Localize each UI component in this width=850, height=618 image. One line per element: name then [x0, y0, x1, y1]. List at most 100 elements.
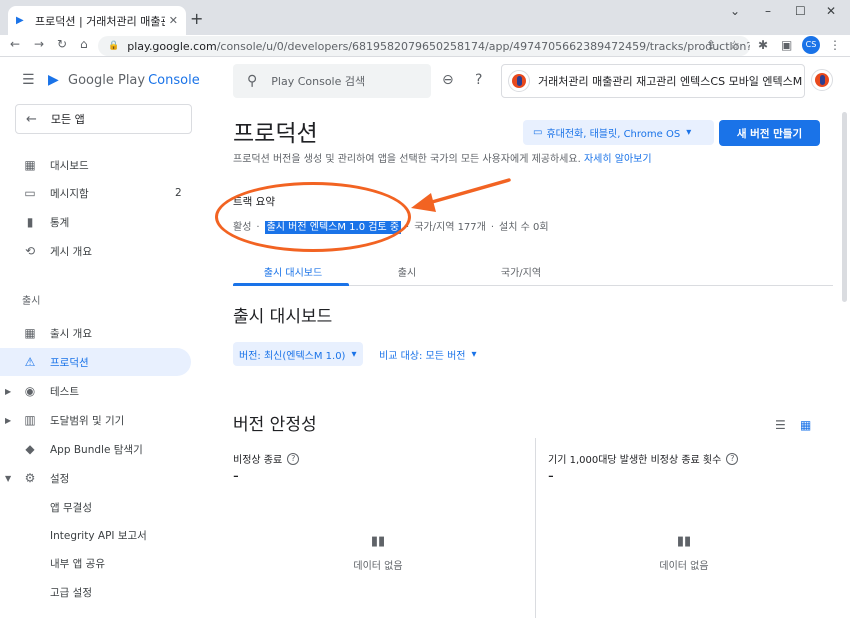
page-description: 프로덕션 버전을 생성 및 관리하여 앱을 선택한 국가의 모든 사용자에게 제…: [233, 150, 652, 165]
sidebar-item-dashboard[interactable]: ▦ 대시보드: [0, 151, 191, 179]
dashboard-icon: ▦: [24, 158, 36, 172]
tab-countries[interactable]: 국가/지역: [461, 264, 581, 279]
sidebar-item-label: 테스트: [50, 385, 79, 398]
all-apps-button[interactable]: ← 모든 앱: [15, 104, 192, 134]
divider: [535, 438, 536, 618]
create-release-button[interactable]: 새 버전 만들기: [719, 120, 820, 146]
page-title: 프로덕션: [233, 121, 318, 147]
sidebar-item-label: 도달범위 및 기기: [50, 414, 125, 427]
bar-chart-icon: ▮▮: [370, 534, 386, 549]
sidebar-item-integrity-api[interactable]: Integrity API 보고서: [0, 521, 191, 549]
devices-icon: ▭: [533, 127, 543, 138]
bookmark-star-icon[interactable]: ☆: [729, 38, 740, 52]
help-icon[interactable]: ?: [475, 72, 482, 88]
sidebar-item-label: Integrity API 보고서: [50, 529, 147, 542]
sidebar-item-label: 통계: [50, 216, 70, 229]
no-data-placeholder: ▮▮ 데이터 없음: [614, 534, 754, 572]
sidebar-item-label: 메시지함: [50, 187, 89, 200]
dropdown-arrow-icon: ▾: [686, 127, 692, 138]
device-selector[interactable]: ▭ 휴대전화, 태블릿, Chrome OS ▾: [523, 120, 714, 145]
address-bar: ← → ↻ ⌂ 🔒 play.google.com /console/u/0/d…: [0, 35, 850, 57]
install-count: 설치 수 0회: [499, 222, 549, 233]
brand: ☰ ▶ Google Play Console: [22, 72, 200, 88]
sidebar-item-testing[interactable]: ▶ ◉ 테스트: [0, 377, 191, 405]
search-input[interactable]: ⚲ Play Console 검색: [233, 64, 431, 98]
new-tab-icon[interactable]: +: [190, 9, 203, 28]
sidebar-item-advanced-settings[interactable]: 고급 설정: [0, 578, 191, 606]
link-icon[interactable]: ⊖: [442, 72, 454, 88]
sidebar-item-production[interactable]: ⚠ 프로덕션: [0, 348, 191, 376]
close-tab-icon[interactable]: ✕: [169, 14, 178, 27]
annotation-arrow: [411, 178, 511, 212]
url-field[interactable]: 🔒 play.google.com /console/u/0/developer…: [98, 36, 750, 56]
collapse-caret-icon[interactable]: ▼: [5, 474, 11, 483]
sidebar-item-label: 고급 설정: [50, 586, 92, 599]
brand-suffix: Console: [148, 72, 200, 88]
metric-crash-rate: 기기 1,000대당 발생한 비정상 종료 횟수 ?: [548, 451, 739, 466]
stats-icon: ▮: [26, 215, 34, 229]
minimize-icon[interactable]: –: [765, 4, 771, 18]
scrollbar[interactable]: [840, 104, 850, 617]
app-logo-icon: [508, 70, 530, 92]
expand-caret-icon[interactable]: ▶: [5, 416, 11, 425]
search-placeholder: Play Console 검색: [271, 75, 366, 88]
browser-tab[interactable]: ▶ 프로덕션 | 거래처관리 매출관리 ✕: [8, 6, 186, 35]
sidebar-item-stats[interactable]: ▮ 통계: [0, 208, 191, 236]
help-icon[interactable]: ?: [726, 452, 739, 465]
no-data-label: 데이터 없음: [659, 561, 709, 572]
bundle-icon: ◆: [25, 442, 35, 456]
forward-icon[interactable]: →: [34, 37, 44, 51]
tab-release-dashboard[interactable]: 출시 대시보드: [233, 264, 353, 279]
sidebar-item-settings[interactable]: ▼ ⚙ 설정: [0, 464, 191, 492]
sidebar-item-label: 프로덕션: [50, 356, 89, 369]
page-tabs: 출시 대시보드 출시 국가/지역: [233, 258, 833, 286]
sidebar-item-bundle-explorer[interactable]: ◆ App Bundle 탐색기: [0, 435, 191, 463]
close-window-icon[interactable]: ✕: [826, 4, 836, 18]
app-selector[interactable]: 거래처관리 매출관리 재고관리 엔텍스CS 모바일 엔텍스M: [501, 64, 805, 98]
active-tab-indicator: [233, 283, 349, 286]
tab-title: 프로덕션 | 거래처관리 매출관리: [35, 14, 165, 28]
sidebar-item-app-integrity[interactable]: 앱 무결성: [0, 493, 191, 521]
scrollbar-thumb[interactable]: [842, 112, 847, 302]
extensions-icon[interactable]: ✱: [758, 38, 768, 52]
metric-value: -: [233, 466, 239, 485]
compare-filter[interactable]: 비교 대상: 모든 버전 ▾: [379, 342, 477, 366]
sidepanel-icon[interactable]: ▣: [781, 38, 792, 52]
profile-avatar[interactable]: CS: [802, 36, 820, 54]
back-icon[interactable]: ←: [10, 37, 20, 51]
version-filter[interactable]: 버전: 최신(엔텍스M 1.0) ▾: [233, 342, 363, 366]
sidebar-item-internal-sharing[interactable]: 내부 앱 공유: [0, 549, 191, 577]
lock-icon: 🔒: [108, 41, 120, 51]
sidebar-item-inbox[interactable]: ▭ 메시지함 2: [0, 179, 191, 207]
search-icon: ⚲: [247, 73, 258, 89]
share-icon[interactable]: ⇪: [706, 38, 716, 52]
brand-prefix: Google Play: [68, 72, 146, 88]
sidebar-item-reach[interactable]: ▶ ▥ 도달범위 및 기기: [0, 406, 191, 434]
reload-icon[interactable]: ↻: [57, 37, 67, 51]
expand-caret-icon[interactable]: ▶: [5, 387, 11, 396]
learn-more-link[interactable]: 자세히 알아보기: [584, 154, 652, 165]
account-avatar[interactable]: [811, 69, 833, 91]
maximize-icon[interactable]: ☐: [795, 4, 806, 18]
country-count: 국가/지역 177개: [414, 222, 486, 233]
browser-menu-icon[interactable]: ⋮: [829, 38, 841, 52]
grid-view-icon[interactable]: ▦: [800, 418, 811, 432]
highlight-ellipse: [215, 182, 411, 252]
sidebar-item-publishing[interactable]: ⟲ 게시 개요: [0, 237, 191, 265]
home-icon[interactable]: ⌂: [80, 37, 88, 51]
tab-search-icon[interactable]: ⌄: [730, 4, 740, 18]
dropdown-arrow-icon: ▾: [351, 348, 357, 360]
console-top-bar: ⚲ Play Console 검색 ⊖ ? 거래처관리 매출관리 재고관리 엔텍…: [205, 58, 850, 104]
no-data-placeholder: ▮▮ 데이터 없음: [308, 534, 448, 572]
list-view-icon[interactable]: ☰: [775, 418, 786, 432]
tab-releases[interactable]: 출시: [347, 264, 467, 279]
play-console-logo-icon: ▶: [48, 72, 59, 88]
section-release: 출시: [22, 296, 41, 307]
arrow-back-icon: ←: [26, 111, 37, 127]
hamburger-menu-icon[interactable]: ☰: [22, 72, 36, 88]
help-icon[interactable]: ?: [287, 452, 300, 465]
url-host: play.google.com: [127, 39, 217, 53]
sidebar-item-release-overview[interactable]: ▦ 출시 개요: [0, 319, 191, 347]
all-apps-label: 모든 앱: [50, 113, 85, 126]
inbox-count: 2: [175, 187, 182, 199]
